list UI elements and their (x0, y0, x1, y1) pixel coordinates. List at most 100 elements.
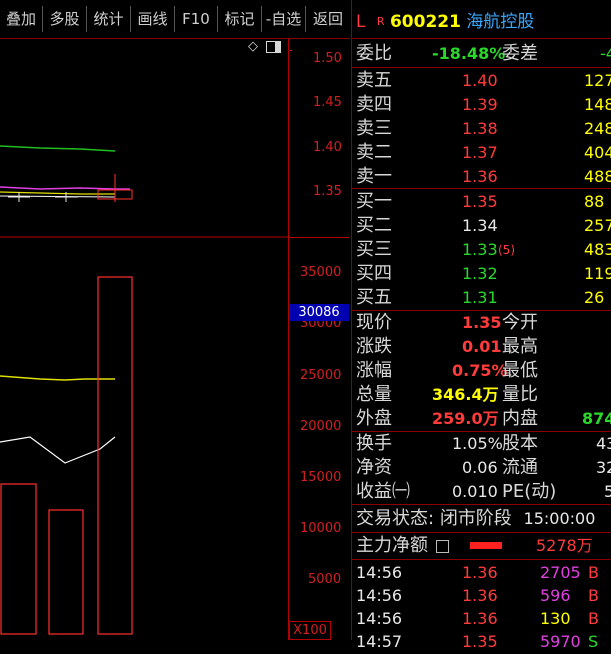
tick-row: 14:56 1.36 596 B (356, 584, 599, 608)
menu-icon[interactable] (435, 539, 449, 553)
trade-status-label: 交易状态: (356, 508, 435, 529)
sell-row[interactable]: 卖五 1.40 127 (356, 69, 611, 93)
stat-row-zhangdie: 涨跌 0.01 最高 (356, 335, 538, 359)
jingzi-label: 净资 (356, 457, 392, 478)
xianjia-value: 1.35 (462, 313, 502, 332)
weibi-row: 委比 -18.48% 委差 -4 (356, 42, 611, 66)
tick-time: 14:57 (356, 632, 403, 651)
buy-row[interactable]: 买一 1.35 88 (356, 190, 604, 214)
sell-label: 卖三 (356, 118, 392, 139)
neipan-label: 内盘 (502, 408, 538, 429)
liutong-label: 流通 (502, 457, 538, 478)
stat-row-huanshou: 换手 1.05% 股本 43 (356, 432, 611, 456)
stat-row-zhangfu: 涨幅 0.75% 最低 (356, 359, 538, 383)
pe-label: PE(动) (502, 481, 557, 502)
price-tick: 1.45 (313, 95, 342, 110)
sell-volume: 488 (584, 167, 611, 186)
tick-side: B (588, 586, 599, 605)
shouyi-label: 收益㈠ (356, 481, 410, 502)
sell-price: 1.37 (462, 143, 498, 162)
main-flow-bar (470, 542, 502, 549)
zongliang-label: 总量 (356, 384, 392, 405)
waipan-label: 外盘 (356, 408, 392, 429)
buy-label: 买四 (356, 263, 392, 284)
sell-volume: 404 (584, 143, 611, 162)
main-flow-label: 主力净额 (356, 535, 428, 556)
sell-price: 1.39 (462, 95, 498, 114)
volume-tick: 15000 (300, 470, 342, 485)
trade-status-time: 15:00:00 (523, 509, 596, 528)
sell-label: 卖一 (356, 166, 392, 187)
stat-row-shouyi: 收益㈠ 0.010 PE(动) 5 (356, 480, 611, 504)
sell-volume: 148 (584, 95, 611, 114)
chart-area[interactable]: ◇ 1.50 1.45 1.40 1.35 35000 30000 25000 … (0, 39, 350, 640)
xianjia-label: 现价 (356, 312, 392, 333)
trade-status-value: 闭市阶段 (439, 508, 512, 529)
buy-row[interactable]: 买五 1.31 26 (356, 286, 604, 310)
shouyi-value: 0.010 (452, 482, 498, 501)
buy-row[interactable]: 买三 1.33 (5) 483 (356, 238, 611, 262)
pe-value: 5 (604, 482, 611, 501)
main-flow-value: 5278万 (536, 536, 593, 555)
weibi-value: -18.48% (432, 44, 506, 63)
draw-line-button[interactable]: 画线 (131, 6, 175, 32)
diamond-icon[interactable]: ◇ (248, 39, 258, 54)
sell-row[interactable]: 卖一 1.36 488 (356, 165, 611, 189)
buy-label: 买五 (356, 287, 392, 308)
statistics-button[interactable]: 统计 (87, 6, 131, 32)
price-tick: 1.50 (313, 51, 342, 66)
volume-tick: 10000 (300, 521, 342, 536)
buy-volume: 483 (584, 240, 611, 259)
buy-label: 买三 (356, 239, 392, 260)
tick-time: 14:56 (356, 563, 403, 582)
liutong-value: 32 (596, 458, 611, 477)
buy-row[interactable]: 买四 1.32 119 (356, 262, 611, 286)
guben-label: 股本 (502, 433, 538, 454)
sell-volume: 127 (584, 71, 611, 90)
volume-tick: 35000 (300, 265, 342, 280)
volume-bar-3 (97, 276, 133, 635)
window-icon[interactable] (266, 41, 281, 53)
multi-stock-button[interactable]: 多股 (43, 6, 87, 32)
sell-row[interactable]: 卖二 1.37 404 (356, 141, 611, 165)
back-button[interactable]: 返回 (306, 6, 350, 32)
stock-name: 海航控股 (466, 12, 535, 32)
zuidi-label: 最低 (502, 360, 538, 381)
quote-panel: L R 600221 海航控股 委比 -18.48% 委差 -4 现价 1.35… (351, 0, 611, 651)
remove-watchlist-button[interactable]: -自选 (262, 6, 306, 32)
tick-time: 14:56 (356, 586, 403, 605)
volume-bar-1 (0, 483, 37, 635)
stat-row-xianjia: 现价 1.35 今开 (356, 311, 538, 335)
sell-row[interactable]: 卖四 1.39 148 (356, 93, 611, 117)
main-flow-row: 主力净额 5278万 (356, 534, 593, 558)
weicha-value: -4 (600, 44, 611, 63)
tick-volume: 2705 (540, 563, 581, 582)
mark-button[interactable]: 标记 (218, 6, 262, 32)
liangbi-label: 量比 (502, 384, 538, 405)
jingzi-value: 0.06 (462, 458, 498, 477)
price-ma-line-magenta (0, 186, 130, 190)
tick-time: 14:56 (356, 609, 403, 628)
guben-value: 43 (596, 434, 611, 453)
tick-volume: 130 (540, 609, 571, 628)
sell-price: 1.40 (462, 71, 498, 90)
tick-side: S (588, 632, 599, 651)
overlay-button[interactable]: 叠加 (0, 6, 43, 32)
sell-price: 1.36 (462, 167, 498, 186)
tick-volume: 596 (540, 586, 571, 605)
sell-volume: 248 (584, 119, 611, 138)
tick-row: 14:57 1.35 5970 S (356, 630, 598, 654)
toolbar: 叠加 多股 统计 画线 F10 标记 -自选 返回 (0, 0, 350, 39)
price-tick: 1.40 (313, 140, 342, 155)
tick-price: 1.36 (462, 586, 498, 605)
f10-button[interactable]: F10 (175, 6, 218, 32)
weibi-label: 委比 (356, 43, 392, 64)
sell-row[interactable]: 卖三 1.38 248 (356, 117, 611, 141)
buy-row[interactable]: 买二 1.34 257 (356, 214, 611, 238)
huanshou-label: 换手 (356, 433, 392, 454)
jinkai-label: 今开 (502, 312, 538, 333)
tick-volume: 5970 (540, 632, 581, 651)
zhangdie-value: 0.01 (462, 337, 502, 356)
zhangfu-label: 涨幅 (356, 360, 392, 381)
zhangfu-value: 0.75% (452, 361, 508, 380)
